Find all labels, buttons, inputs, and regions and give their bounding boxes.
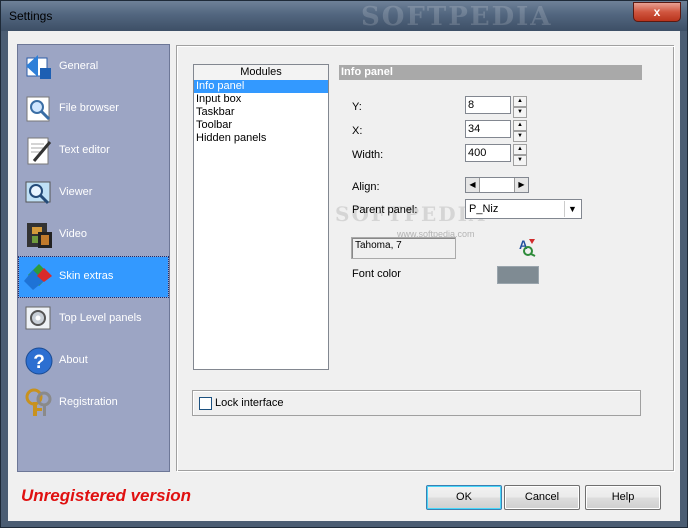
sidebar-item-label: Text editor xyxy=(59,144,110,156)
sidebar-item-label: Registration xyxy=(59,396,118,408)
help-button[interactable]: Help xyxy=(585,485,661,510)
client-area: General File browser Text editor Viewer … xyxy=(8,31,680,521)
modules-list[interactable]: Info panel Input box Taskbar Toolbar Hid… xyxy=(193,80,329,370)
font-color-swatch[interactable] xyxy=(497,266,539,284)
watermark-text: SOFTPEDIA xyxy=(361,2,553,32)
sidebar-item-label: Viewer xyxy=(59,186,93,198)
x-spinner[interactable]: ▲ ▼ xyxy=(513,120,527,142)
list-item[interactable]: Info panel xyxy=(194,80,328,93)
sidebar-item-registration[interactable]: Registration xyxy=(19,383,168,423)
font-display: Tahoma, 7 xyxy=(351,237,456,259)
sidebar-item-video[interactable]: Video xyxy=(19,215,168,255)
list-item[interactable]: Hidden panels xyxy=(194,132,328,145)
font-picker-icon[interactable]: A xyxy=(517,237,537,257)
parent-panel-value: P_Niz xyxy=(469,203,499,215)
sidebar-item-label: General xyxy=(59,60,99,72)
spin-down-icon[interactable]: ▼ xyxy=(513,107,527,118)
y-spinner[interactable]: ▲ ▼ xyxy=(513,96,527,118)
svg-text:?: ? xyxy=(33,352,45,373)
viewer-icon xyxy=(25,181,51,205)
spin-up-icon[interactable]: ▲ xyxy=(513,96,527,107)
font-color-label: Font color xyxy=(352,268,401,280)
video-icon xyxy=(27,223,52,248)
sidebar-item-label: Skin extras xyxy=(59,270,114,282)
sidebar-item-general[interactable]: General xyxy=(19,47,168,87)
unregistered-status: Unregistered version xyxy=(21,486,192,505)
sidebar-item-label: Top Level panels xyxy=(59,312,142,324)
x-label: X: xyxy=(352,125,363,137)
lock-interface-label[interactable]: Lock interface xyxy=(215,397,283,409)
arrow-right-icon[interactable]: ▶ xyxy=(514,178,528,192)
spin-up-icon[interactable]: ▲ xyxy=(513,120,527,131)
sidebar-item-viewer[interactable]: Viewer xyxy=(19,173,168,213)
x-input[interactable]: 34 xyxy=(465,120,511,138)
ok-button[interactable]: OK xyxy=(426,485,502,510)
text-editor-icon xyxy=(27,137,52,165)
list-item[interactable]: Toolbar xyxy=(194,119,328,132)
width-value: 400 xyxy=(468,147,487,159)
parent-panel-select[interactable]: P_Niz ▼ xyxy=(465,199,582,219)
title-bar[interactable]: Settings SOFTPEDIA x xyxy=(1,1,687,32)
sidebar-item-label: Video xyxy=(59,228,87,240)
spin-down-icon[interactable]: ▼ xyxy=(513,155,527,166)
sidebar-item-about[interactable]: ? About xyxy=(19,341,168,381)
x-value: 34 xyxy=(468,123,481,135)
close-icon: x xyxy=(653,5,661,19)
y-value: 8 xyxy=(468,99,475,111)
lock-interface-checkbox[interactable] xyxy=(199,397,212,410)
y-label: Y: xyxy=(352,101,362,113)
skin-extras-icon xyxy=(24,264,52,290)
settings-window: Settings SOFTPEDIA x General File browse… xyxy=(0,0,688,528)
lock-interface-group: Lock interface xyxy=(192,390,641,416)
registration-icon xyxy=(25,388,52,416)
parent-panel-label: Parent panel: xyxy=(352,204,418,216)
align-control[interactable]: ◀ ▶ xyxy=(465,177,529,193)
window-title: Settings xyxy=(9,9,53,23)
width-spinner[interactable]: ▲ ▼ xyxy=(513,144,527,166)
sidebar-item-file-browser[interactable]: File browser xyxy=(19,89,168,129)
file-browser-icon xyxy=(26,96,51,122)
font-value: Tahoma, 7 xyxy=(355,240,402,251)
sidebar: General File browser Text editor Viewer … xyxy=(17,44,170,472)
sidebar-item-top-level-panels[interactable]: Top Level panels xyxy=(19,299,168,339)
close-button[interactable]: x xyxy=(633,2,681,22)
panel-title: Info panel xyxy=(339,65,642,80)
chevron-down-icon[interactable]: ▼ xyxy=(564,201,580,217)
list-item[interactable]: Taskbar xyxy=(194,106,328,119)
spin-down-icon[interactable]: ▼ xyxy=(513,131,527,142)
top-level-panels-icon xyxy=(25,306,51,330)
arrow-left-icon[interactable]: ◀ xyxy=(466,178,480,192)
spin-up-icon[interactable]: ▲ xyxy=(513,144,527,155)
general-icon xyxy=(26,55,51,79)
about-icon: ? xyxy=(25,347,53,375)
cancel-button[interactable]: Cancel xyxy=(504,485,580,510)
y-input[interactable]: 8 xyxy=(465,96,511,114)
modules-header[interactable]: Modules xyxy=(193,64,329,81)
sidebar-item-label: File browser xyxy=(59,102,119,114)
align-label: Align: xyxy=(352,181,380,193)
list-item[interactable]: Input box xyxy=(194,93,328,106)
sidebar-item-label: About xyxy=(59,354,88,366)
width-input[interactable]: 400 xyxy=(465,144,511,162)
sidebar-item-skin-extras[interactable]: Skin extras xyxy=(18,256,169,298)
sidebar-item-text-editor[interactable]: Text editor xyxy=(19,131,168,171)
width-label: Width: xyxy=(352,149,384,161)
